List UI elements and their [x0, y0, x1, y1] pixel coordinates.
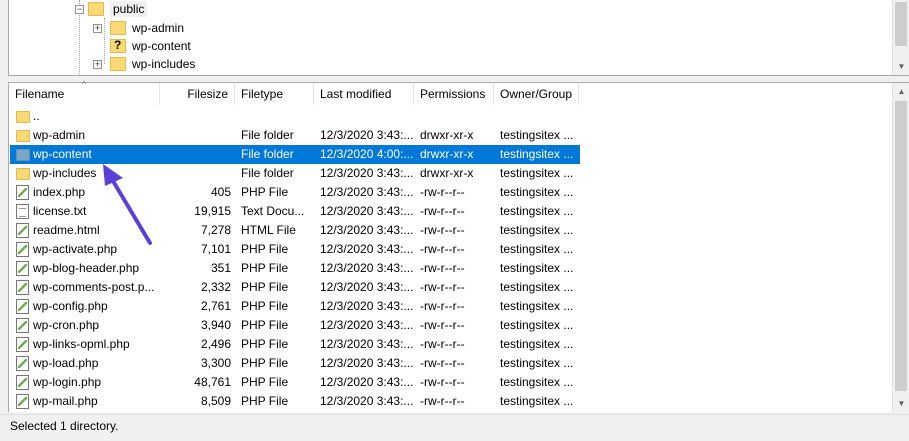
- status-text: Selected 1 directory.: [10, 419, 119, 433]
- annotation-arrow: [103, 164, 152, 245]
- status-bar: Selected 1 directory.: [0, 414, 909, 441]
